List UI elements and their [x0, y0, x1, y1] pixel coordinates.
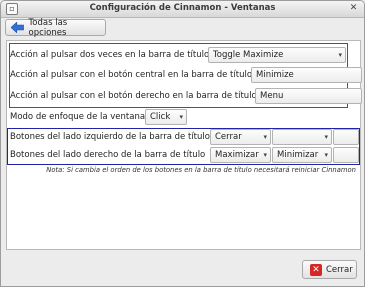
title-bar[interactable]: ▫ Configuración de Cinnamon - Ventanas ✕: [1, 1, 364, 18]
right-buttons-label: Botones del lado derecho de la barra de …: [10, 150, 206, 160]
settings-window: ▫ Configuración de Cinnamon - Ventanas ✕…: [0, 0, 365, 287]
focus-mode-value: Click: [150, 112, 171, 122]
left-button-2-select[interactable]: ▾: [272, 129, 332, 145]
right-button-1-select[interactable]: Maximizar ▾: [210, 147, 271, 163]
chevron-down-icon: ▾: [263, 133, 267, 141]
left-button-1-value: Cerrar: [215, 132, 242, 142]
left-button-1-select[interactable]: Cerrar ▾: [210, 129, 271, 145]
chevron-down-icon: ▾: [324, 133, 328, 141]
close-icon: ✕: [310, 263, 322, 276]
chevron-down-icon: ▾: [263, 151, 267, 159]
right-button-2-value: Minimizar: [277, 150, 319, 160]
middle-click-action-label: Acción al pulsar con el botón central en…: [10, 70, 253, 80]
close-button[interactable]: ✕ Cerrar: [302, 260, 357, 279]
restart-note: Nota: Si cambia el orden de los botones …: [46, 166, 356, 174]
chevron-down-icon: ▾: [179, 113, 183, 121]
all-settings-label: Todas las opciones: [28, 17, 68, 38]
right-click-action-select[interactable]: Menu: [255, 88, 362, 104]
left-buttons-label: Botones del lado izquierdo de la barra d…: [10, 132, 210, 142]
focus-mode-label: Modo de enfoque de la ventana: [10, 112, 146, 122]
double-click-action-value: Toggle Maximize: [213, 50, 284, 60]
right-click-action-label: Acción al pulsar con el botón derecho en…: [10, 91, 257, 101]
window-title: Configuración de Cinnamon - Ventanas: [89, 3, 276, 13]
back-arrow-icon: [11, 22, 24, 33]
focus-mode-select[interactable]: Click ▾: [145, 109, 187, 125]
middle-click-action-value: Minimize: [256, 70, 294, 80]
double-click-action-label: Acción al pulsar dos veces en la barra d…: [10, 50, 210, 60]
left-button-3-select[interactable]: [333, 129, 359, 145]
right-button-3-select[interactable]: [333, 147, 359, 163]
double-click-action-select[interactable]: Toggle Maximize ▾: [208, 47, 346, 63]
right-button-1-value: Maximizar: [215, 150, 259, 160]
right-click-action-value: Menu: [260, 91, 284, 101]
chevron-down-icon: ▾: [324, 151, 328, 159]
window-close-icon[interactable]: ✕: [348, 3, 359, 14]
close-label: Cerrar: [326, 264, 353, 275]
chevron-down-icon: ▾: [338, 51, 342, 59]
all-settings-button[interactable]: Todas las opciones: [5, 17, 106, 38]
middle-click-action-select[interactable]: Minimize: [251, 67, 362, 83]
right-button-2-select[interactable]: Minimizar ▾: [272, 147, 332, 163]
